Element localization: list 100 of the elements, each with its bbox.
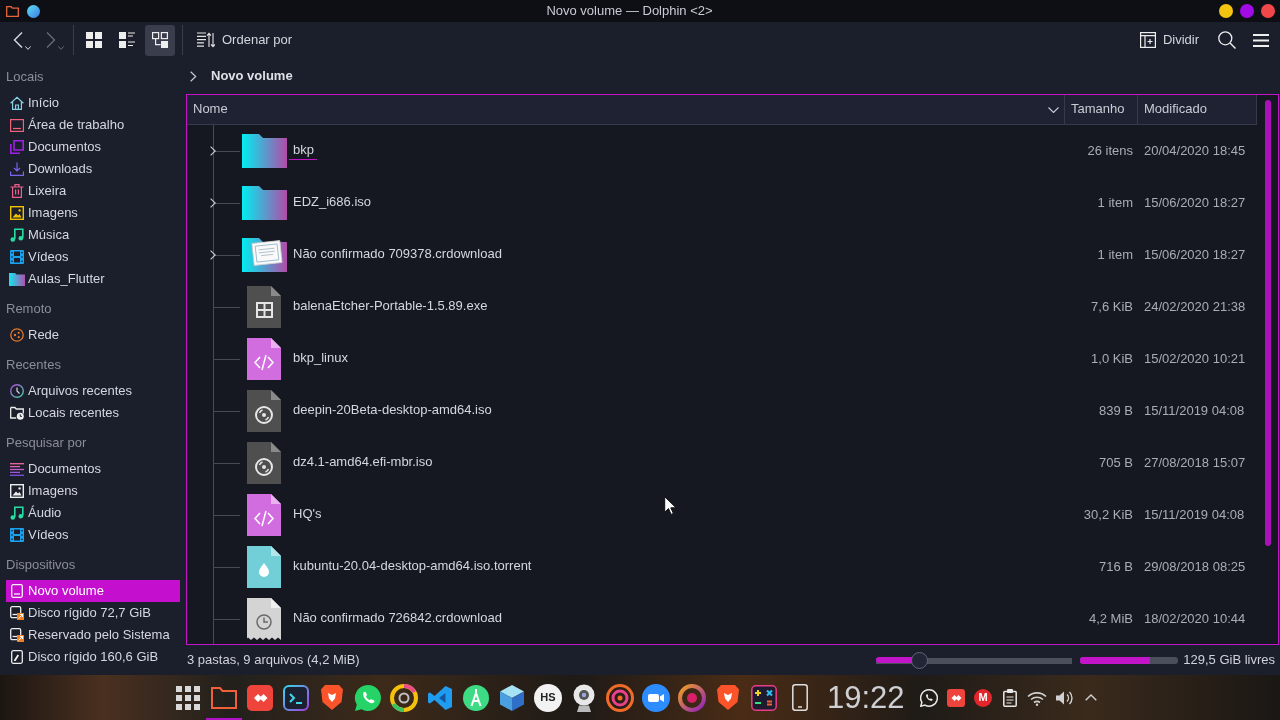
modified-date: 24/02/2020 21:38 <box>1144 298 1246 316</box>
tree-connector <box>213 541 240 593</box>
disc-file-icon <box>247 442 281 484</box>
column-header[interactable]: Tamanho <box>1065 95 1138 124</box>
sort-caret-icon <box>1048 106 1059 113</box>
image-icon <box>10 484 24 498</box>
document-icon <box>10 140 24 154</box>
menu-icon <box>1253 33 1269 47</box>
chevron-right-icon <box>190 70 197 82</box>
caret-up-icon <box>1085 694 1098 701</box>
sidebar-item[interactable]: Áudio <box>6 502 180 524</box>
sidebar-item[interactable]: Documentos <box>6 458 180 480</box>
phone-bubble-icon <box>354 683 382 712</box>
drive-icon <box>11 650 23 664</box>
file-name[interactable]: Não confirmado 709378.crdownload <box>289 245 505 265</box>
sidebar-item[interactable]: Novo volume <box>6 580 180 602</box>
search-icon <box>1218 31 1236 49</box>
film-icon <box>10 528 24 542</box>
expand-chevron-icon[interactable] <box>210 146 216 156</box>
expand-chevron-icon[interactable] <box>210 198 216 208</box>
clipboard-icon <box>1003 688 1018 707</box>
drive-icon <box>10 606 24 620</box>
phone-bubble-icon <box>920 688 939 707</box>
wifi-icon <box>1027 689 1048 706</box>
modified-date: 15/11/2019 04:08 <box>1144 402 1245 420</box>
sidebar-item[interactable]: Área de trabalho <box>6 114 180 136</box>
sidebar-item[interactable]: Downloads <box>6 158 180 180</box>
folder-document-icon <box>241 238 287 272</box>
view-mode-button[interactable] <box>145 24 175 56</box>
sidebar-item[interactable]: Arquivos recentes <box>6 380 180 402</box>
clock: 19:22 <box>827 682 905 713</box>
section-heading: Pesquisar por <box>6 435 87 450</box>
minimize-button[interactable] <box>1219 4 1233 18</box>
monitor-icon <box>10 118 24 132</box>
file-name[interactable]: bkp_linux <box>289 349 351 369</box>
sidebar-item[interactable]: Lixeira <box>6 180 180 202</box>
app-grid-icon <box>176 685 200 710</box>
speaker-icon <box>1055 689 1074 706</box>
file-name[interactable]: kubuntu-20.04-desktop-amd64.iso.torrent <box>289 557 535 577</box>
file-name[interactable]: bkp <box>289 141 317 161</box>
ring-icon <box>390 683 418 712</box>
file-name[interactable]: dz4.1-amd64.efi-mbr.iso <box>289 453 436 473</box>
sort-button[interactable]: Ordenar por <box>191 24 299 56</box>
file-name[interactable]: Não confirmado 726842.crdownload <box>289 609 505 629</box>
sidebar-item[interactable]: Música <box>6 224 180 246</box>
sidebar-item[interactable]: Disco rígido 160,6 GiB <box>6 646 180 668</box>
sidebar-item[interactable]: Início <box>6 92 180 114</box>
film-icon <box>10 250 24 264</box>
sort-icon <box>197 32 215 48</box>
chevron-right-icon <box>46 32 56 48</box>
clock-icon <box>10 384 24 398</box>
code-file-icon <box>247 494 281 536</box>
file-size: 4,2 MiB <box>1088 610 1133 628</box>
column-header[interactable]: Modificado <box>1138 95 1257 124</box>
section-heading: Locais <box>6 69 44 84</box>
sidebar-item[interactable]: Imagens <box>6 202 180 224</box>
tree-connector <box>213 593 240 644</box>
disc-file-icon <box>247 390 281 432</box>
tree-connector <box>213 437 240 489</box>
breadcrumb-item[interactable]: Novo volume <box>211 67 293 85</box>
list-view-icon <box>119 32 135 48</box>
sidebar-item[interactable]: Imagens <box>6 480 180 502</box>
close-button[interactable] <box>1261 4 1275 18</box>
slider-thumb[interactable] <box>910 651 928 669</box>
modified-date: 29/08/2018 08:25 <box>1144 558 1246 576</box>
sidebar-item[interactable]: Rede <box>6 324 180 346</box>
status-summary: 3 pastas, 9 arquivos (4,2 MiB) <box>187 651 360 669</box>
split-button[interactable]: Dividir <box>1133 24 1205 56</box>
maximize-button[interactable] <box>1240 4 1254 18</box>
bracket-icon <box>427 684 453 711</box>
sidebar-item[interactable]: Documentos <box>6 136 180 158</box>
file-size: 716 B <box>1099 558 1133 576</box>
modified-date: 15/02/2020 10:21 <box>1144 350 1246 368</box>
tree-connector <box>213 229 240 281</box>
file-size: 705 B <box>1099 454 1133 472</box>
scrollbar[interactable] <box>1264 100 1271 546</box>
diamonds-icon <box>947 688 966 707</box>
sidebar-item[interactable]: Aulas_Flutter <box>6 268 180 290</box>
expand-chevron-icon[interactable] <box>210 250 216 260</box>
drive-icon <box>10 628 24 642</box>
sidebar-item[interactable]: Locais recentes <box>6 402 180 424</box>
file-name[interactable]: HQ's <box>289 505 325 525</box>
ring-dot-icon <box>678 683 706 712</box>
file-name[interactable]: EDZ_i686.iso <box>289 193 375 213</box>
sidebar-item[interactable]: Disco rígido 72,7 GiB <box>6 602 180 624</box>
folder-icon <box>9 272 25 286</box>
file-name[interactable]: balenaEtcher-Portable-1.5.89.exe <box>289 297 491 317</box>
sidebar-item[interactable]: Vídeos <box>6 524 180 546</box>
caret-down-icon <box>58 45 64 50</box>
tray-button[interactable]: M <box>969 675 997 720</box>
network-icon <box>10 328 24 342</box>
music-note-icon <box>10 228 24 242</box>
column-header[interactable]: Nome <box>187 95 1065 124</box>
sidebar-item[interactable]: Vídeos <box>6 246 180 268</box>
compass-icon <box>463 684 489 711</box>
tree-connector <box>213 177 240 229</box>
file-size: 1,0 KiB <box>1091 350 1133 368</box>
phone-icon <box>792 684 808 711</box>
file-name[interactable]: deepin-20Beta-desktop-amd64.iso <box>289 401 495 421</box>
sidebar-item[interactable]: Reservado pelo Sistema <box>6 624 180 646</box>
